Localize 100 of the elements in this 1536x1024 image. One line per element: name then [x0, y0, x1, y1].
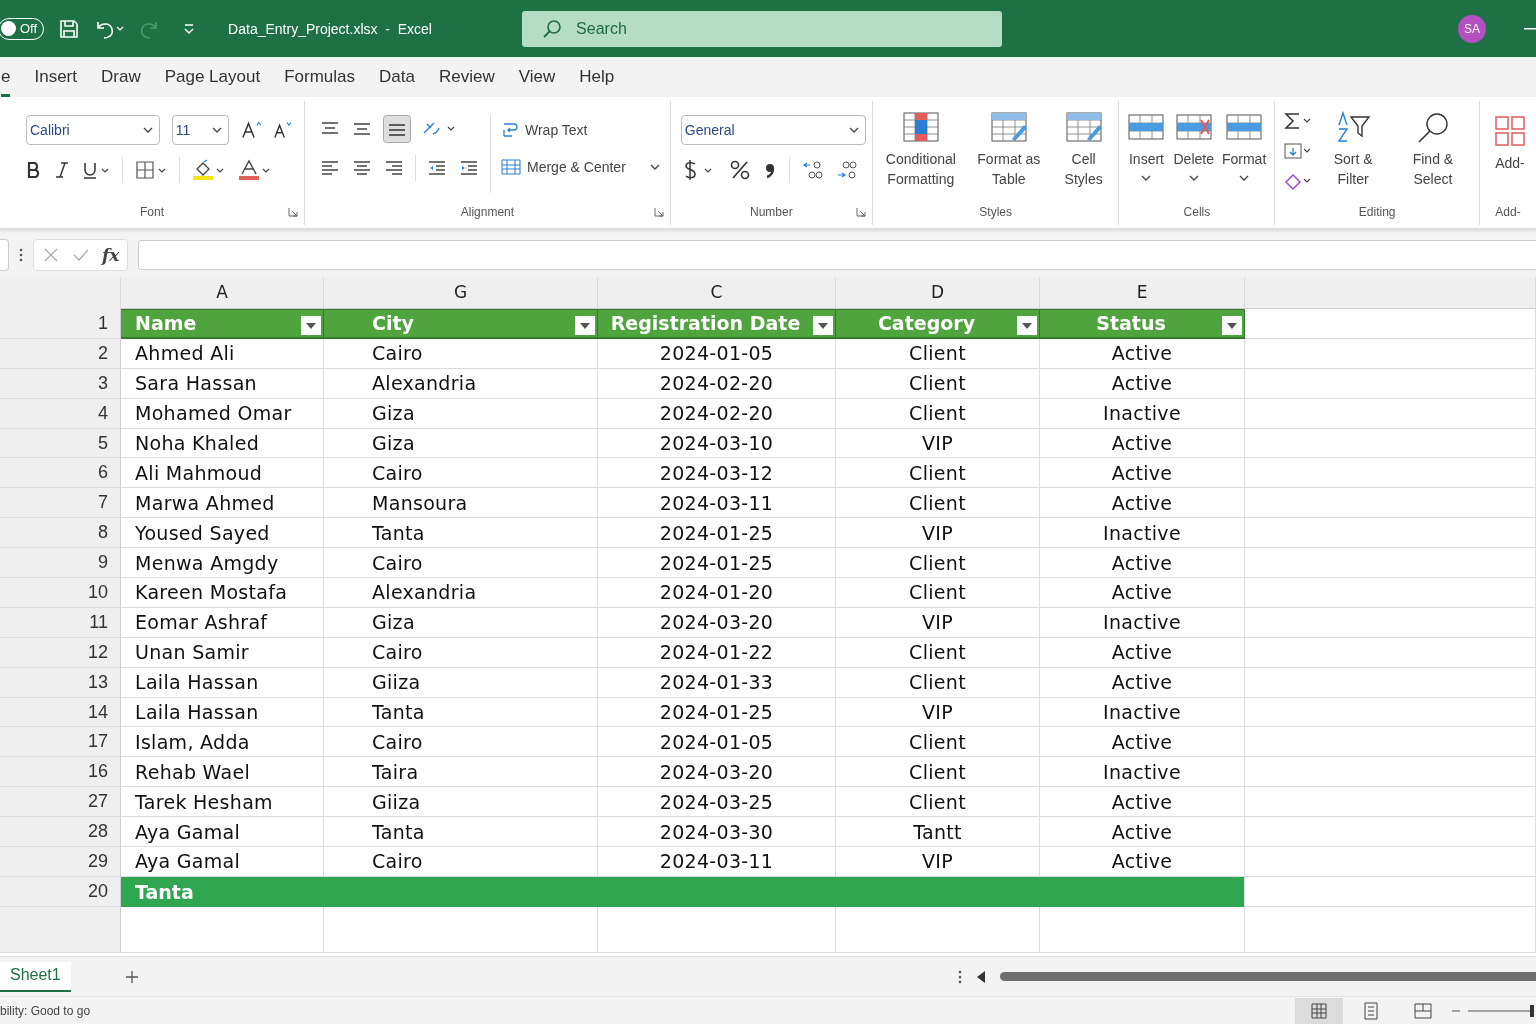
- empty-cell[interactable]: [1245, 548, 1536, 578]
- add-sheet-icon[interactable]: [124, 969, 139, 984]
- save-icon[interactable]: [58, 17, 81, 40]
- empty-cell[interactable]: [1040, 906, 1245, 953]
- increase-font-icon[interactable]: [240, 120, 262, 140]
- increase-indent-icon[interactable]: [458, 159, 480, 177]
- column-header[interactable]: G: [324, 277, 598, 309]
- borders-icon[interactable]: [135, 160, 167, 180]
- empty-cell[interactable]: [1245, 428, 1536, 459]
- eraser-icon[interactable]: [1283, 171, 1312, 191]
- user-avatar[interactable]: SA: [1458, 14, 1486, 43]
- styles-button[interactable]: Cell Styles: [1056, 111, 1111, 189]
- row-header[interactable]: 9: [0, 548, 121, 578]
- empty-cell[interactable]: [324, 906, 598, 953]
- zoom-slider-icon[interactable]: [1450, 1003, 1536, 1018]
- menu-tab[interactable]: Data: [379, 57, 415, 97]
- editing-button[interactable]: Find & Select: [1394, 111, 1471, 189]
- empty-cell[interactable]: [1245, 787, 1536, 818]
- empty-cell[interactable]: [598, 906, 836, 953]
- menu-tab[interactable]: Formulas: [284, 57, 355, 97]
- align-right-icon[interactable]: [383, 159, 405, 177]
- italic-icon[interactable]: [54, 161, 70, 179]
- menu-tab[interactable]: Help: [579, 57, 615, 97]
- empty-cell[interactable]: [1245, 607, 1536, 638]
- empty-cell[interactable]: [1245, 697, 1536, 728]
- decrease-decimal-icon[interactable]: [835, 159, 858, 181]
- percent-icon[interactable]: [728, 159, 751, 181]
- empty-cell[interactable]: [836, 906, 1040, 953]
- filter-dropdown-icon[interactable]: [813, 315, 833, 335]
- row-header[interactable]: 20: [0, 876, 121, 907]
- styles-button[interactable]: Conditional Formatting: [880, 111, 961, 189]
- font-size-dropdown[interactable]: 11: [171, 115, 229, 145]
- scroll-left-icon[interactable]: [976, 970, 986, 983]
- fill-icon[interactable]: [1283, 141, 1312, 161]
- normal-view-icon[interactable]: [1295, 997, 1343, 1024]
- font-name-dropdown[interactable]: Calibri: [26, 115, 160, 145]
- row-header[interactable]: 14: [0, 697, 121, 728]
- cells-button[interactable]: Format: [1221, 111, 1267, 181]
- column-header[interactable]: C: [598, 277, 836, 309]
- row-header[interactable]: 5: [0, 428, 121, 459]
- empty-cell[interactable]: [1245, 727, 1536, 758]
- empty-cell[interactable]: [1245, 368, 1536, 399]
- empty-cell[interactable]: [1245, 637, 1536, 668]
- empty-cell[interactable]: [1245, 338, 1536, 369]
- add-ins-button[interactable]: Add-: [1494, 115, 1526, 173]
- row-header[interactable]: 16: [0, 757, 121, 788]
- empty-cell[interactable]: [1245, 817, 1536, 848]
- row-header[interactable]: 1: [0, 309, 121, 339]
- cells-button[interactable]: Delete: [1173, 111, 1214, 181]
- row-header[interactable]: 3: [0, 368, 121, 399]
- autosum-icon[interactable]: [1283, 111, 1312, 131]
- row-header[interactable]: 4: [0, 398, 121, 429]
- column-header[interactable]: E: [1040, 277, 1245, 309]
- menu-tab[interactable]: Page Layout: [164, 57, 261, 97]
- row-header[interactable]: 28: [0, 817, 121, 848]
- align-left-icon[interactable]: [319, 159, 341, 177]
- empty-cell[interactable]: [1245, 757, 1536, 788]
- merge-center-button[interactable]: Merge & Center: [501, 159, 660, 175]
- dialog-launcher-icon[interactable]: [653, 207, 664, 217]
- row-header[interactable]: 8: [0, 518, 121, 549]
- wrap-text-button[interactable]: Wrap Text: [501, 121, 660, 139]
- menu-tab[interactable]: View: [518, 57, 556, 97]
- row-header[interactable]: 2: [0, 338, 121, 369]
- empty-cell[interactable]: [1245, 906, 1536, 953]
- empty-cell[interactable]: [1245, 488, 1536, 519]
- empty-cell[interactable]: [1245, 518, 1536, 549]
- bottom-align-icon[interactable]: [383, 115, 411, 143]
- decrease-indent-icon[interactable]: [426, 159, 448, 177]
- menu-tab[interactable]: Review: [438, 57, 495, 97]
- empty-cell[interactable]: [1245, 667, 1536, 698]
- row-header[interactable]: 10: [0, 578, 121, 608]
- formula-input[interactable]: [138, 240, 1536, 270]
- increase-decimal-icon[interactable]: [801, 159, 824, 181]
- decrease-font-icon[interactable]: [273, 120, 294, 140]
- horizontal-scrollbar[interactable]: [1000, 972, 1536, 981]
- editing-button[interactable]: Sort & Filter: [1319, 111, 1387, 189]
- row-header[interactable]: 13: [0, 667, 121, 698]
- menu-tab[interactable]: Insert: [34, 57, 77, 97]
- filter-dropdown-icon[interactable]: [1222, 315, 1242, 335]
- cancel-icon[interactable]: [42, 246, 60, 264]
- filter-dropdown-icon[interactable]: [575, 315, 595, 335]
- menu-tab[interactable]: Draw: [101, 57, 141, 97]
- empty-cell[interactable]: [1245, 398, 1536, 429]
- row-header[interactable]: 29: [0, 847, 121, 877]
- more-icon[interactable]: [19, 248, 23, 262]
- row-header[interactable]: 12: [0, 637, 121, 668]
- fill-color-icon[interactable]: [192, 159, 226, 181]
- sheet-tab[interactable]: Sheet1: [0, 961, 71, 992]
- row-header[interactable]: 17: [0, 727, 121, 758]
- more-icon[interactable]: [958, 969, 962, 984]
- row-header[interactable]: 27: [0, 787, 121, 818]
- styles-button[interactable]: Format as Table: [968, 111, 1049, 189]
- empty-cell[interactable]: [1245, 458, 1536, 489]
- row-header[interactable]: 7: [0, 488, 121, 519]
- dialog-launcher-icon[interactable]: [855, 207, 866, 217]
- insert-function-button[interactable]: fx: [102, 245, 120, 265]
- filter-dropdown-icon[interactable]: [1017, 315, 1037, 335]
- column-header[interactable]: D: [836, 277, 1040, 309]
- bold-icon[interactable]: [26, 161, 42, 179]
- align-center-icon[interactable]: [351, 159, 373, 177]
